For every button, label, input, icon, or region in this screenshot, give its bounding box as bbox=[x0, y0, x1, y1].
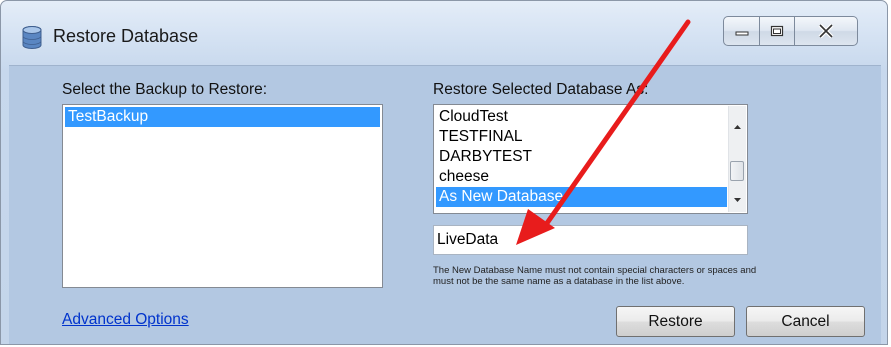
backup-list-item[interactable]: TestBackup bbox=[65, 107, 380, 127]
database-list-item[interactable]: TESTFINAL bbox=[436, 127, 727, 147]
backup-listbox[interactable]: TestBackup bbox=[62, 104, 383, 288]
scroll-down-arrow-icon[interactable] bbox=[729, 192, 746, 209]
cancel-button[interactable]: Cancel bbox=[746, 306, 865, 337]
database-name-hint: The New Database Name must not contain s… bbox=[433, 265, 757, 287]
close-icon bbox=[818, 24, 834, 38]
restore-as-label: Restore Selected Database As: bbox=[433, 81, 649, 98]
advanced-options-link[interactable]: Advanced Options bbox=[62, 311, 189, 329]
maximize-icon bbox=[770, 25, 784, 37]
database-listbox[interactable]: CloudTest TESTFINAL DARBYTEST cheese As … bbox=[433, 104, 748, 214]
database-list-item[interactable]: cheese bbox=[436, 167, 727, 187]
dialog-client-area: Select the Backup to Restore: TestBackup… bbox=[9, 65, 881, 344]
restore-database-window: Restore Database Select the Backup to Re… bbox=[0, 0, 888, 345]
scroll-up-arrow-icon[interactable] bbox=[729, 118, 746, 135]
restore-button[interactable]: Restore bbox=[616, 306, 735, 337]
close-button[interactable] bbox=[794, 16, 858, 46]
window-title: Restore Database bbox=[53, 26, 199, 46]
database-list-item-selected[interactable]: As New Database bbox=[436, 187, 727, 207]
database-list-item[interactable]: CloudTest bbox=[436, 107, 727, 127]
new-database-name-input[interactable]: LiveData bbox=[433, 225, 748, 255]
maximize-button[interactable] bbox=[759, 16, 795, 46]
scroll-thumb[interactable] bbox=[730, 161, 744, 181]
backup-list-label: Select the Backup to Restore: bbox=[62, 81, 268, 98]
minimize-icon bbox=[735, 31, 748, 36]
database-list-scrollbar[interactable] bbox=[728, 106, 746, 212]
database-icon bbox=[21, 25, 43, 51]
minimize-button[interactable] bbox=[723, 16, 760, 46]
database-list-item[interactable]: DARBYTEST bbox=[436, 147, 727, 167]
title-bar[interactable]: Restore Database bbox=[1, 1, 887, 65]
